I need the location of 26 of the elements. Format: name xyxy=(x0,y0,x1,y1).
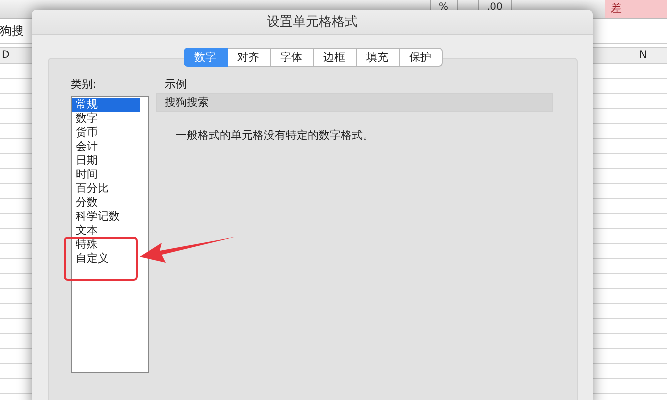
category-item[interactable]: 科学记数 xyxy=(72,210,140,224)
category-item[interactable]: 时间 xyxy=(72,168,140,182)
style-cell[interactable]: 差 xyxy=(605,0,667,18)
tab[interactable]: 保护 xyxy=(400,48,442,67)
sample-label: 示例 xyxy=(165,77,188,92)
category-item[interactable]: 货币 xyxy=(72,126,140,140)
column-header[interactable]: N xyxy=(638,50,667,61)
category-item[interactable]: 数字 xyxy=(72,112,140,126)
category-item[interactable]: 会计 xyxy=(72,140,140,154)
category-item[interactable]: 分数 xyxy=(72,196,140,210)
category-item[interactable]: 常规 xyxy=(72,98,140,112)
window-title: 设置单元格格式 xyxy=(267,14,358,31)
category-label: 类别: xyxy=(71,77,98,92)
category-item[interactable]: 百分比 xyxy=(72,182,140,196)
formula-value: 狗搜 xyxy=(0,22,24,40)
tab[interactable]: 对齐 xyxy=(228,48,270,67)
format-description: 一般格式的单元格没有特定的数字格式。 xyxy=(176,128,375,143)
category-item[interactable]: 自定义 xyxy=(72,252,140,266)
tab[interactable]: 字体 xyxy=(270,48,314,67)
category-item[interactable]: 特殊 xyxy=(72,238,140,252)
category-item[interactable]: 日期 xyxy=(72,154,140,168)
tab[interactable]: 边框 xyxy=(314,48,356,67)
column-header[interactable]: D xyxy=(0,50,10,61)
sample-value: 搜狗搜索 xyxy=(156,93,553,112)
tab[interactable]: 填充 xyxy=(356,48,400,67)
category-item[interactable]: 文本 xyxy=(72,224,140,238)
